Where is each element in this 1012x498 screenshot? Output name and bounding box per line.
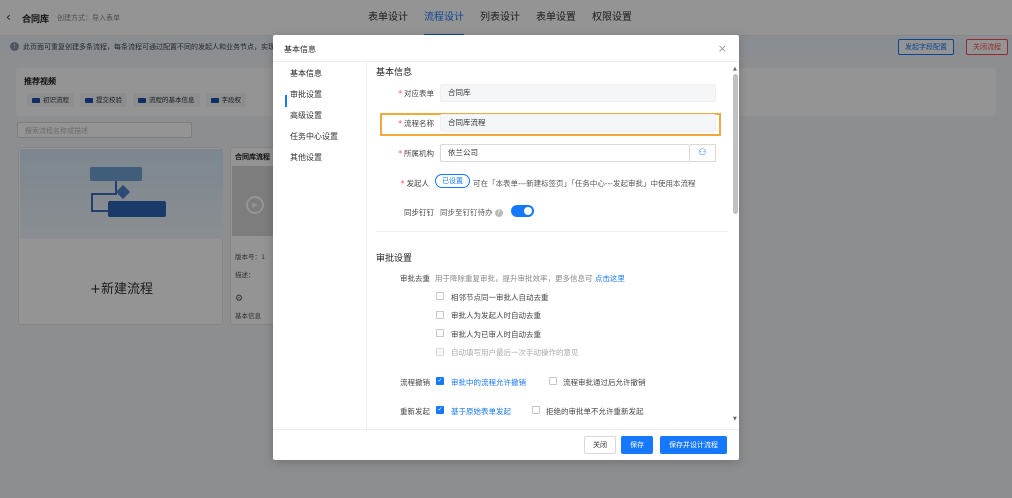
form-label: * 对应表单 [398,89,434,98]
revoke-label: 流程撤销 [400,378,430,387]
revoke-after-approve-label: 流程审批通过后允许撤销 [563,378,646,387]
nav-other-settings[interactable]: 其他设置 [290,152,322,163]
scroll-down-icon[interactable]: ▼ [733,416,737,422]
dedupe-hint: 用于降除重复审批，提升审批效率，更多信息可 点击这里 [435,274,625,283]
dedupe-initiator-checkbox[interactable] [436,311,444,319]
revoke-after-approve-checkbox[interactable] [549,377,557,385]
revoke-in-progress-checkbox[interactable]: ✓ [436,377,444,385]
save-and-design-button[interactable]: 保存并设计流程 [660,436,727,454]
save-button[interactable]: 保存 [621,436,653,454]
modal-content: 基本信息 * 对应表单 合同库 * 流程名称 合同库流程 * 所属机构 依兰公司 ⚇ … [368,62,739,429]
initiator-label: * 发起人 [400,179,429,188]
modal-title: 基本信息 [284,45,316,54]
dedupe-adjacent-label: 相邻节点同一审批人自动去重 [451,293,549,302]
modal-footer: 关闭 保存 保存并设计流程 [273,429,739,460]
modal-header: 基本信息 × [273,35,739,62]
modal-side-nav: 基本信息 审批设置 高级设置 任务中心设置 其他设置 [273,62,367,429]
nav-task-center-settings[interactable]: 任务中心设置 [290,131,338,142]
dedupe-initiator-label: 审批人为发起人时自动去重 [451,311,541,320]
org-input[interactable]: 依兰公司 [440,144,690,162]
org-label: * 所属机构 [398,149,434,158]
nav-advanced-settings[interactable]: 高级设置 [290,110,322,121]
dedupe-approved-label: 审批人为已审人时自动去重 [451,330,541,339]
content-scrollbar[interactable]: ▲ ▼ [733,66,738,423]
initiator-hint: 可在「本表单---新建标签页」「任务中心---发起审批」中使用本流程 [473,179,696,188]
dedupe-label: 审批去重 [400,274,430,283]
dedupe-adjacent-checkbox[interactable] [436,292,444,300]
approval-section-title: 审批设置 [376,254,413,264]
close-icon[interactable]: × [718,42,727,55]
dedupe-more-link[interactable]: 点击这里 [595,274,625,283]
nav-basic-info[interactable]: 基本信息 [290,68,322,79]
active-nav-marker [285,95,287,107]
resubmit-label: 重新发起 [400,407,430,416]
resubmit-rejected-label: 拒绝的审批单不允许重新发起 [546,407,644,416]
flow-name-input[interactable]: 合同库流程 [440,114,716,132]
form-field: 合同库 [440,84,716,102]
resubmit-original-label: 基于原始表单发起 [451,407,511,416]
revoke-in-progress-label: 审批中的流程允许撤销 [451,378,526,387]
resubmit-original-checkbox[interactable]: ✓ [436,406,444,414]
auto-fill-opinion-label: 自动填写用户最后一次手动操作的意见 [451,348,579,357]
basic-info-modal: 基本信息 × 基本信息 审批设置 高级设置 任务中心设置 其他设置 基本信息 *… [273,35,739,460]
auto-fill-opinion-checkbox [436,348,444,356]
sync-dingtalk-toggle[interactable] [511,205,534,217]
nav-approval-settings[interactable]: 审批设置 [290,89,322,100]
org-tree-icon[interactable]: ⚇ [690,144,716,162]
dedupe-approved-checkbox[interactable] [436,329,444,337]
basic-section-title: 基本信息 [376,68,413,78]
flow-name-label: * 流程名称 [398,119,434,128]
sync-dingtalk-text: 同步至钉钉待办 ? [440,207,503,218]
scroll-thumb[interactable] [733,74,738,214]
sync-dingtalk-label: 同步钉钉 [404,208,434,217]
help-icon[interactable]: ? [494,209,503,217]
resubmit-rejected-checkbox[interactable] [532,406,540,414]
section-divider [376,231,728,232]
close-button[interactable]: 关闭 [584,436,616,454]
initiator-set-tag[interactable]: 已设置 [435,174,470,188]
scroll-up-icon[interactable]: ▲ [733,66,737,72]
